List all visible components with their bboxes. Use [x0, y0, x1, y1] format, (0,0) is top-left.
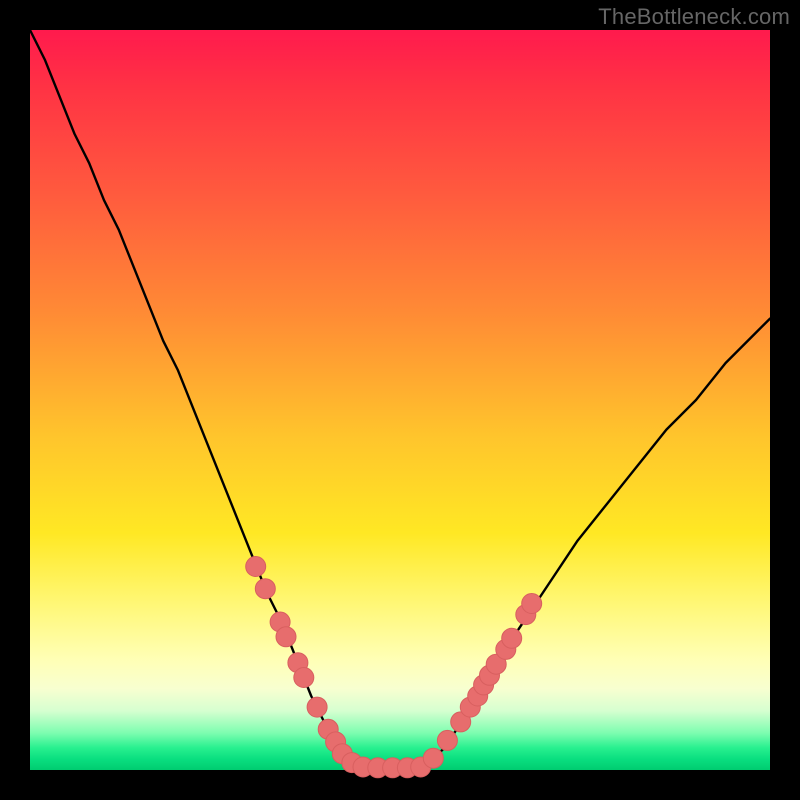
data-point-marker [294, 668, 314, 688]
data-point-marker [276, 627, 296, 647]
chart-svg [30, 30, 770, 770]
watermark-text: TheBottleneck.com [598, 4, 790, 30]
bottleneck-curve [30, 30, 770, 770]
data-point-marker [255, 579, 275, 599]
plot-area [30, 30, 770, 770]
data-point-marker [437, 730, 457, 750]
data-point-marker [246, 557, 266, 577]
outer-frame: TheBottleneck.com [0, 0, 800, 800]
marker-group [246, 557, 542, 778]
data-point-marker [307, 697, 327, 717]
data-point-marker [502, 628, 522, 648]
data-point-marker [522, 594, 542, 614]
data-point-marker [423, 748, 443, 768]
